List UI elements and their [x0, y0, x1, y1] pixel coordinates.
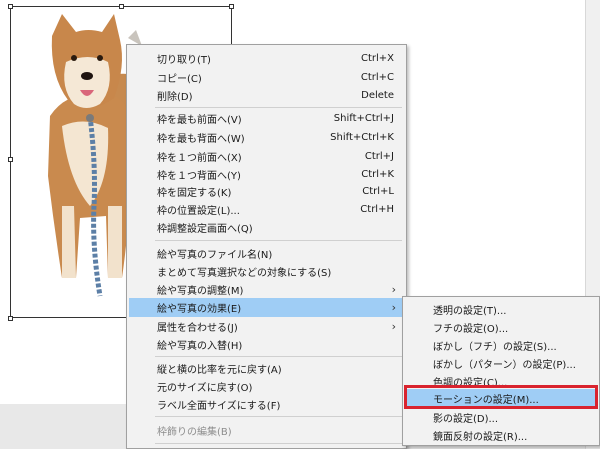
- menu-item-label: 属性を合わせる(J): [157, 323, 238, 334]
- menu-item-image-adjust[interactable]: 絵や写真の調整(M) ›: [129, 280, 404, 299]
- submenu-item-label: 透明の設定(T)...: [433, 305, 507, 317]
- menu-item-label: 絵や写真のファイル名(N): [157, 250, 273, 261]
- menu-item-label: 枠を１つ背面へ(Y): [157, 171, 241, 182]
- menu-item-label: 枠を１つ前面へ(X): [157, 153, 242, 164]
- menu-item-label: 枠飾りの編集(B): [157, 427, 232, 438]
- menu-item-delete[interactable]: 削除(D) Delete: [129, 86, 404, 105]
- menu-separator: [155, 107, 402, 108]
- menu-item-send-to-back[interactable]: 枠を最も背面へ(W) Shift+Ctrl+K: [129, 128, 404, 147]
- menu-item-label: 絵や写真の効果(E): [157, 304, 242, 315]
- menu-item-lock-frame[interactable]: 枠を固定する(K) Ctrl+L: [129, 182, 404, 201]
- menu-item-label: 枠の位置設定(L)...: [157, 206, 240, 217]
- menu-item-bring-to-front[interactable]: 枠を最も前面へ(V) Shift+Ctrl+J: [129, 109, 404, 128]
- menu-separator: [155, 416, 402, 417]
- menu-item-label: 枠を固定する(K): [157, 188, 232, 199]
- submenu-item-mirror-reflection[interactable]: 鏡面反射の設定(R)...: [405, 426, 597, 444]
- menu-item-image-effects[interactable]: 絵や写真の効果(E) ›: [129, 298, 404, 317]
- menu-item-file-name[interactable]: 絵や写真のファイル名(N): [129, 244, 404, 263]
- menu-item-label: 縦と横の比率を元に戻す(A): [157, 365, 282, 376]
- menu-item-shortcut: Shift+Ctrl+K: [330, 132, 394, 143]
- submenu-item-label: 鏡面反射の設定(R)...: [433, 431, 528, 443]
- effects-submenu: 透明の設定(T)... フチの設定(O)... ぼかし（フチ）の設定(S)...…: [402, 296, 600, 446]
- highlight-callout-box: [404, 385, 598, 409]
- menu-item-shortcut: Ctrl+J: [364, 151, 394, 162]
- menu-item-label: 絵や写真の調整(M): [157, 286, 244, 297]
- chevron-right-icon: ›: [391, 283, 396, 296]
- menu-item-label: ラベル全面サイズにする(F): [157, 401, 281, 412]
- resize-handle-sw[interactable]: [8, 316, 13, 321]
- menu-item-shortcut: Ctrl+K: [361, 169, 394, 180]
- menu-item-match-attributes[interactable]: 属性を合わせる(J) ›: [129, 317, 404, 336]
- submenu-item-transparency[interactable]: 透明の設定(T)...: [405, 300, 597, 318]
- menu-item-bring-forward[interactable]: 枠を１つ前面へ(X) Ctrl+J: [129, 147, 404, 166]
- menu-item-label: コピー(C): [157, 74, 202, 85]
- menu-separator: [155, 443, 402, 444]
- menu-item-label: 枠を最も前面へ(V): [157, 115, 242, 126]
- menu-item-edit-frame-decoration: 枠飾りの編集(B): [129, 421, 404, 440]
- menu-item-full-label-size[interactable]: ラベル全面サイズにする(F): [129, 395, 404, 414]
- menu-item-label: 枠を最も背面へ(W): [157, 134, 245, 145]
- menu-item-replace-image[interactable]: 絵や写真の入替(H): [129, 335, 404, 354]
- menu-separator: [155, 240, 402, 241]
- submenu-item-label: ぼかし（フチ）の設定(S)...: [433, 341, 557, 353]
- menu-item-shortcut: Ctrl+H: [360, 204, 394, 215]
- menu-item-label: 枠調整設定画面へ(Q): [157, 224, 253, 235]
- submenu-item-label: 影の設定(D)...: [433, 413, 499, 425]
- menu-item-shortcut: Delete: [361, 90, 394, 101]
- resize-handle-nw[interactable]: [8, 4, 13, 9]
- submenu-item-label: ぼかし（パターン）の設定(P)...: [433, 359, 576, 371]
- menu-item-label: 元のサイズに戻す(O): [157, 383, 253, 394]
- menu-item-cut[interactable]: 切り取り(T) Ctrl+X: [129, 49, 404, 68]
- chevron-right-icon: ›: [391, 301, 396, 314]
- menu-item-original-size[interactable]: 元のサイズに戻す(O): [129, 377, 404, 396]
- menu-item-shortcut: Shift+Ctrl+J: [333, 113, 394, 124]
- chevron-right-icon: ›: [391, 320, 396, 333]
- menu-item-frame-position[interactable]: 枠の位置設定(L)... Ctrl+H: [129, 200, 404, 219]
- menu-separator: [155, 356, 402, 357]
- menu-item-reset-aspect[interactable]: 縦と横の比率を元に戻す(A): [129, 359, 404, 378]
- resize-handle-w[interactable]: [8, 157, 13, 162]
- submenu-item-blur-pattern[interactable]: ぼかし（パターン）の設定(P)...: [405, 354, 597, 372]
- menu-item-shortcut: Ctrl+L: [362, 186, 394, 197]
- menu-item-copy[interactable]: コピー(C) Ctrl+C: [129, 68, 404, 87]
- submenu-item-label: フチの設定(O)...: [433, 323, 509, 335]
- context-menu: 切り取り(T) Ctrl+X コピー(C) Ctrl+C 削除(D) Delet…: [126, 44, 407, 449]
- menu-item-batch-select[interactable]: まとめて写真選択などの対象にする(S): [129, 262, 404, 281]
- submenu-item-shadow[interactable]: 影の設定(D)...: [405, 408, 597, 426]
- resize-handle-ne[interactable]: [229, 4, 234, 9]
- menu-item-label: 絵や写真の入替(H): [157, 341, 243, 352]
- menu-item-label: 切り取り(T): [157, 55, 211, 66]
- menu-item-frame-adjust[interactable]: 枠調整設定画面へ(Q): [129, 218, 404, 237]
- resize-handle-n[interactable]: [119, 4, 124, 9]
- menu-item-shortcut: Ctrl+C: [360, 72, 394, 83]
- menu-item-label: まとめて写真選択などの対象にする(S): [157, 268, 332, 279]
- menu-item-shortcut: Ctrl+X: [360, 53, 394, 64]
- submenu-item-border[interactable]: フチの設定(O)...: [405, 318, 597, 336]
- submenu-item-blur-edge[interactable]: ぼかし（フチ）の設定(S)...: [405, 336, 597, 354]
- menu-item-label: 削除(D): [157, 92, 193, 103]
